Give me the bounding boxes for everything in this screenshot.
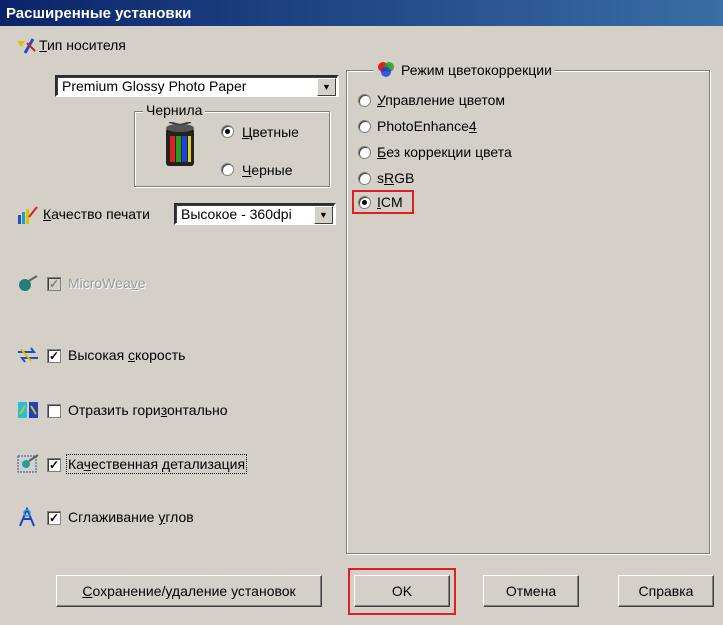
microweave-icon [19, 275, 38, 291]
edge-smoothing-label[interactable]: Сглаживание углов [68, 509, 194, 525]
media-type-label: Тип носителя [39, 37, 126, 53]
flip-horizontal-checkbox[interactable] [47, 404, 61, 418]
chevron-down-icon[interactable]: ▼ [317, 78, 336, 96]
color-circles-icon [378, 62, 394, 77]
chevron-down-icon[interactable]: ▼ [314, 206, 333, 224]
color-mode-radio-2[interactable] [358, 120, 371, 133]
ink-color-radio[interactable] [221, 125, 234, 138]
color-mode-label-1[interactable]: Управление цветом [377, 92, 505, 108]
ok-button[interactable]: OK [354, 575, 450, 607]
ink-color-label[interactable]: Цветные [242, 124, 299, 140]
microweave-label: MicroWeave [68, 275, 146, 291]
media-type-value: Premium Glossy Photo Paper [62, 78, 247, 94]
color-mode-label-4[interactable]: sRGB [377, 170, 414, 186]
microweave-checkbox: ✓ [47, 277, 61, 291]
color-mode-group [346, 70, 710, 554]
high-speed-icon [18, 347, 38, 363]
print-quality-select[interactable]: Высокое - 360dpi ▼ [174, 203, 336, 225]
ink-black-label[interactable]: Черные [242, 162, 293, 178]
help-button[interactable]: Справка [618, 575, 714, 607]
window-title: Расширенные установки [0, 0, 723, 26]
fine-detail-icon [17, 454, 39, 473]
color-mode-radio-3[interactable] [358, 146, 371, 159]
color-mode-group-title: Режим цветокоррекции [373, 61, 555, 79]
flip-horizontal-icon [18, 402, 38, 418]
edge-smoothing-checkbox[interactable]: ✓ [47, 511, 61, 525]
color-mode-radio-4[interactable] [358, 172, 371, 185]
print-quality-label: Качество печати [43, 206, 150, 222]
edge-smoothing-icon [19, 507, 35, 527]
color-mode-label-3[interactable]: Без коррекции цвета [377, 144, 512, 160]
color-mode-label-2[interactable]: PhotoEnhance4 [377, 118, 477, 134]
color-mode-radio-1[interactable] [358, 94, 371, 107]
print-quality-value: Высокое - 360dpi [181, 206, 292, 222]
fine-detail-label[interactable]: Качественная детализация [65, 454, 248, 474]
fine-detail-checkbox[interactable]: ✓ [47, 458, 61, 472]
print-quality-icon [18, 206, 38, 224]
color-mode-label-5[interactable]: ICM [377, 194, 403, 210]
ink-cartridge-icon [166, 122, 194, 166]
high-speed-label[interactable]: Высокая скорость [68, 347, 185, 363]
media-type-icon [17, 38, 36, 54]
flip-horizontal-label[interactable]: Отразить горизонтально [68, 402, 228, 418]
save-delete-settings-button[interactable]: Сохранение/удаление установок [56, 575, 322, 607]
ink-group-title: Чернила [143, 102, 206, 118]
color-mode-radio-5[interactable] [358, 196, 371, 209]
ink-black-radio[interactable] [221, 163, 234, 176]
high-speed-checkbox[interactable]: ✓ [47, 349, 61, 363]
media-type-select[interactable]: Premium Glossy Photo Paper ▼ [55, 75, 339, 97]
cancel-button[interactable]: Отмена [483, 575, 579, 607]
